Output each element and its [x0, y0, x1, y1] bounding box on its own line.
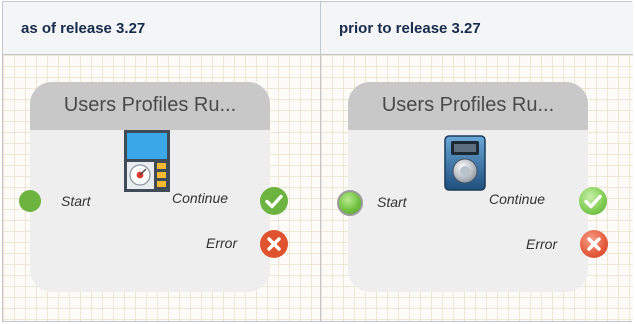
node-title: Users Profiles Ru...	[381, 94, 555, 116]
close-icon	[267, 237, 281, 251]
start-port[interactable]	[337, 190, 363, 216]
error-label: Error	[206, 235, 238, 251]
close-icon	[587, 237, 601, 251]
start-port[interactable]	[19, 190, 41, 212]
error-label: Error	[526, 236, 558, 252]
checkmark-icon	[265, 194, 283, 209]
header-prior-release: prior to release 3.27	[321, 2, 633, 55]
error-port[interactable]	[580, 230, 608, 258]
start-label: Start	[61, 193, 91, 209]
checkmark-icon	[584, 194, 602, 209]
header-new-release: as of release 3.27	[3, 2, 321, 55]
start-label: Start	[377, 194, 407, 210]
error-port[interactable]	[260, 230, 288, 258]
dial-device-icon	[444, 135, 486, 191]
continue-port[interactable]	[579, 187, 607, 215]
user-profile-panel-icon	[124, 130, 170, 192]
continue-port[interactable]	[260, 187, 288, 215]
node-title: Users Profiles Ru...	[63, 94, 237, 116]
continue-label: Continue	[489, 191, 546, 207]
continue-label: Continue	[172, 190, 229, 206]
